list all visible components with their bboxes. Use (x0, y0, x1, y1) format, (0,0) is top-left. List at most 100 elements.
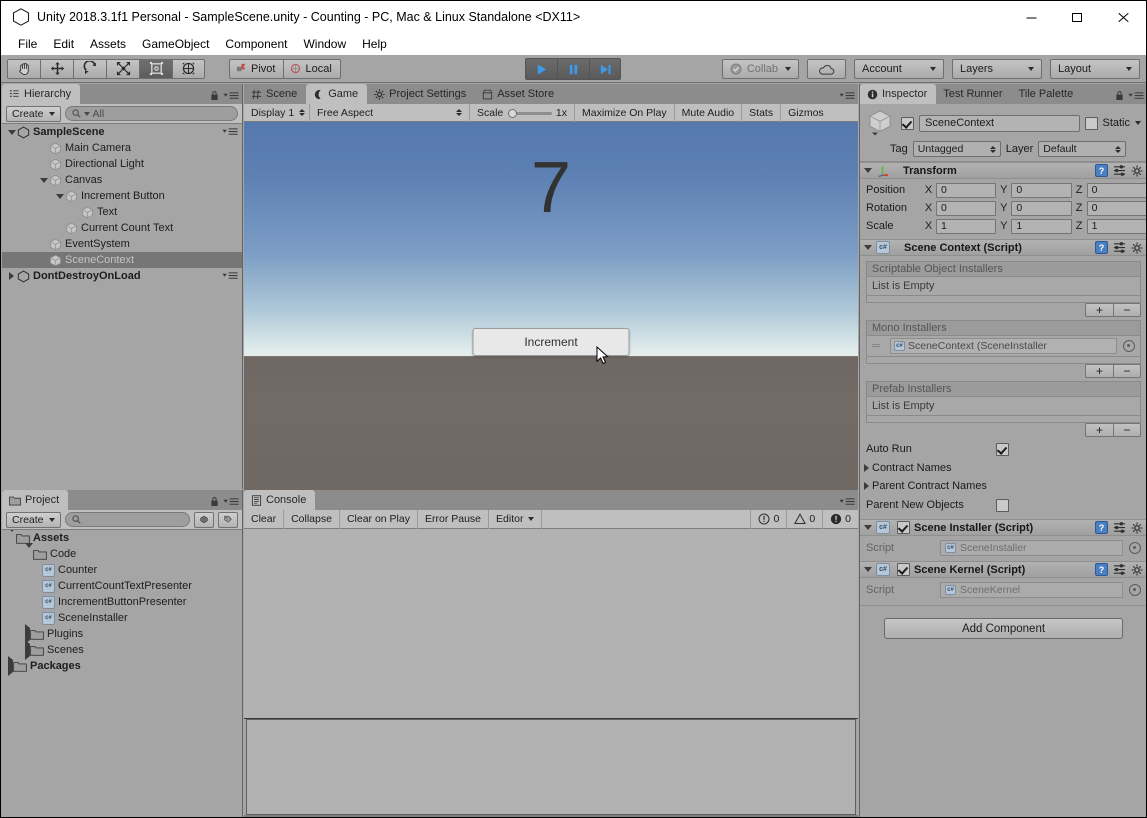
maximize-on-play-toggle[interactable]: Maximize On Play (575, 103, 675, 122)
mono-installer-object-field[interactable]: c# SceneContext (SceneInstaller (890, 338, 1117, 354)
project-item-currentcounttextpresenter[interactable]: c# CurrentCountTextPresenter (2, 578, 242, 594)
console-log-list[interactable] (244, 529, 858, 719)
console-editor-dropdown[interactable]: Editor (489, 509, 543, 529)
help-icon[interactable]: ? (1095, 241, 1108, 254)
help-icon[interactable]: ? (1095, 164, 1108, 177)
panel-menu-icon[interactable] (222, 127, 238, 140)
panel-menu-icon[interactable] (839, 497, 855, 507)
scene-installer-component-header[interactable]: c# Scene Installer (Script) ? (860, 519, 1146, 536)
gear-icon[interactable] (1131, 564, 1143, 576)
prefab-installers-add-button[interactable]: + (1085, 423, 1113, 437)
scene-installer-script-field[interactable]: c# SceneInstaller (940, 539, 1123, 556)
project-item-plugins[interactable]: Plugins (2, 624, 242, 644)
project-item-code[interactable]: Code (2, 543, 242, 562)
tab-inspector[interactable]: Inspector (860, 84, 937, 104)
project-item-incrementbuttonpresenter[interactable]: c# IncrementButtonPresenter (2, 594, 242, 610)
menu-window[interactable]: Window (295, 35, 354, 53)
tab-game[interactable]: Game (306, 84, 368, 104)
hand-tool-button[interactable] (7, 58, 40, 79)
scale-tool-button[interactable] (106, 58, 139, 79)
foldout-down-icon[interactable] (54, 193, 65, 199)
display-dropdown[interactable]: Display 1 (244, 103, 310, 122)
play-button[interactable] (525, 58, 557, 80)
object-picker-icon[interactable] (1129, 541, 1141, 554)
scale-slider[interactable]: Scale 1x (470, 103, 575, 122)
lock-icon[interactable] (1115, 90, 1124, 101)
tab-asset-store[interactable]: Asset Store (475, 84, 563, 104)
stats-toggle[interactable]: Stats (742, 103, 782, 122)
menu-assets[interactable]: Assets (82, 35, 134, 53)
transform-position-x-input[interactable]: 0 (936, 182, 997, 198)
static-toggle[interactable]: Static (1085, 116, 1141, 130)
aspect-dropdown[interactable]: Free Aspect (310, 103, 470, 122)
transform-rotation-y-input[interactable]: 0 (1011, 200, 1072, 216)
project-item-scenes[interactable]: Scenes (2, 640, 242, 660)
tab-scene[interactable]: Scene (244, 84, 306, 104)
hierarchy-item-canvas[interactable]: Canvas (2, 172, 242, 188)
transform-scale-z-input[interactable]: 1 (1086, 218, 1146, 234)
console-error-counter[interactable]: 0 (822, 509, 858, 529)
local-toggle[interactable]: Local (284, 58, 341, 79)
object-picker-icon[interactable] (1123, 340, 1135, 352)
game-view-render[interactable]: 7 Increment (244, 122, 858, 508)
auto-run-checkbox[interactable] (996, 442, 1009, 456)
drag-handle-icon[interactable]: ═ (872, 340, 884, 352)
layers-dropdown[interactable]: Layers (952, 59, 1042, 79)
hierarchy-item-directional-light[interactable]: Directional Light (2, 156, 242, 172)
object-name-input[interactable]: SceneContext (919, 114, 1081, 132)
preset-icon[interactable] (1113, 563, 1126, 576)
scene-context-component-header[interactable]: c# Scene Context (Script) ? (860, 239, 1146, 256)
foldout-down-icon[interactable] (38, 177, 49, 183)
pause-button[interactable] (557, 58, 589, 80)
scene-kernel-enabled-checkbox[interactable] (897, 563, 910, 576)
menu-gameobject[interactable]: GameObject (134, 35, 217, 53)
lock-icon[interactable] (210, 90, 219, 101)
cloud-button[interactable] (807, 59, 846, 79)
help-icon[interactable]: ? (1095, 521, 1108, 534)
parent-new-objects-checkbox[interactable] (996, 498, 1009, 512)
layout-dropdown[interactable]: Layout (1050, 59, 1140, 79)
scriptable-installers-add-button[interactable]: + (1085, 303, 1113, 317)
scriptable-installers-remove-button[interactable]: − (1113, 303, 1141, 317)
scene-kernel-script-field[interactable]: c# SceneKernel (940, 581, 1123, 598)
tag-dropdown[interactable]: Untagged (912, 141, 1001, 157)
scriptable-installers-header[interactable]: Scriptable Object Installers (866, 261, 1141, 277)
scene-kernel-foldout-icon[interactable] (864, 567, 872, 572)
foldout-down-icon[interactable] (8, 530, 16, 544)
filter-by-type-button[interactable] (194, 511, 214, 528)
foldout-down-icon[interactable] (25, 543, 33, 560)
hierarchy-item-samplescene[interactable]: SampleScene (2, 124, 242, 140)
console-error-pause-toggle[interactable]: Error Pause (418, 509, 490, 529)
hierarchy-item-eventsystem[interactable]: EventSystem (2, 236, 242, 252)
tab-tile-palette[interactable]: Tile Palette (1012, 84, 1076, 104)
object-picker-icon[interactable] (1129, 583, 1141, 596)
hierarchy-item-current-count-text[interactable]: Current Count Text (2, 220, 242, 236)
foldout-down-icon[interactable] (6, 129, 17, 135)
hierarchy-create-button[interactable]: Create (6, 105, 61, 122)
scene-kernel-component-header[interactable]: c# Scene Kernel (Script) ? (860, 561, 1146, 578)
tab-project[interactable]: Project (2, 490, 69, 510)
gear-icon[interactable] (1131, 522, 1143, 534)
tab-console[interactable]: Console (244, 490, 316, 510)
contract-names-foldout[interactable]: Contract Names (860, 459, 1146, 477)
transform-scale-x-input[interactable]: 1 (936, 218, 997, 234)
account-dropdown[interactable]: Account (854, 59, 944, 79)
transform-rotation-x-input[interactable]: 0 (936, 200, 997, 216)
panel-menu-icon[interactable] (839, 91, 855, 101)
prefab-installers-header[interactable]: Prefab Installers (866, 381, 1141, 397)
hierarchy-item-text[interactable]: Text (2, 204, 242, 220)
scale-slider-track[interactable] (508, 108, 553, 118)
mute-audio-toggle[interactable]: Mute Audio (675, 103, 743, 122)
panel-menu-icon[interactable] (1128, 91, 1144, 101)
project-create-button[interactable]: Create (6, 511, 61, 528)
foldout-right-icon[interactable] (6, 272, 17, 280)
mono-installers-add-button[interactable]: + (1085, 364, 1113, 378)
menu-component[interactable]: Component (217, 35, 295, 53)
scene-context-foldout-icon[interactable] (864, 245, 872, 250)
scene-installer-enabled-checkbox[interactable] (897, 521, 910, 534)
console-log-counter[interactable]: 0 (750, 509, 786, 529)
rotate-tool-button[interactable] (73, 58, 106, 79)
filter-by-label-button[interactable] (218, 511, 238, 528)
hierarchy-item-dontdestroyonload[interactable]: DontDestroyOnLoad (2, 268, 242, 284)
mono-installers-header[interactable]: Mono Installers (866, 320, 1141, 336)
